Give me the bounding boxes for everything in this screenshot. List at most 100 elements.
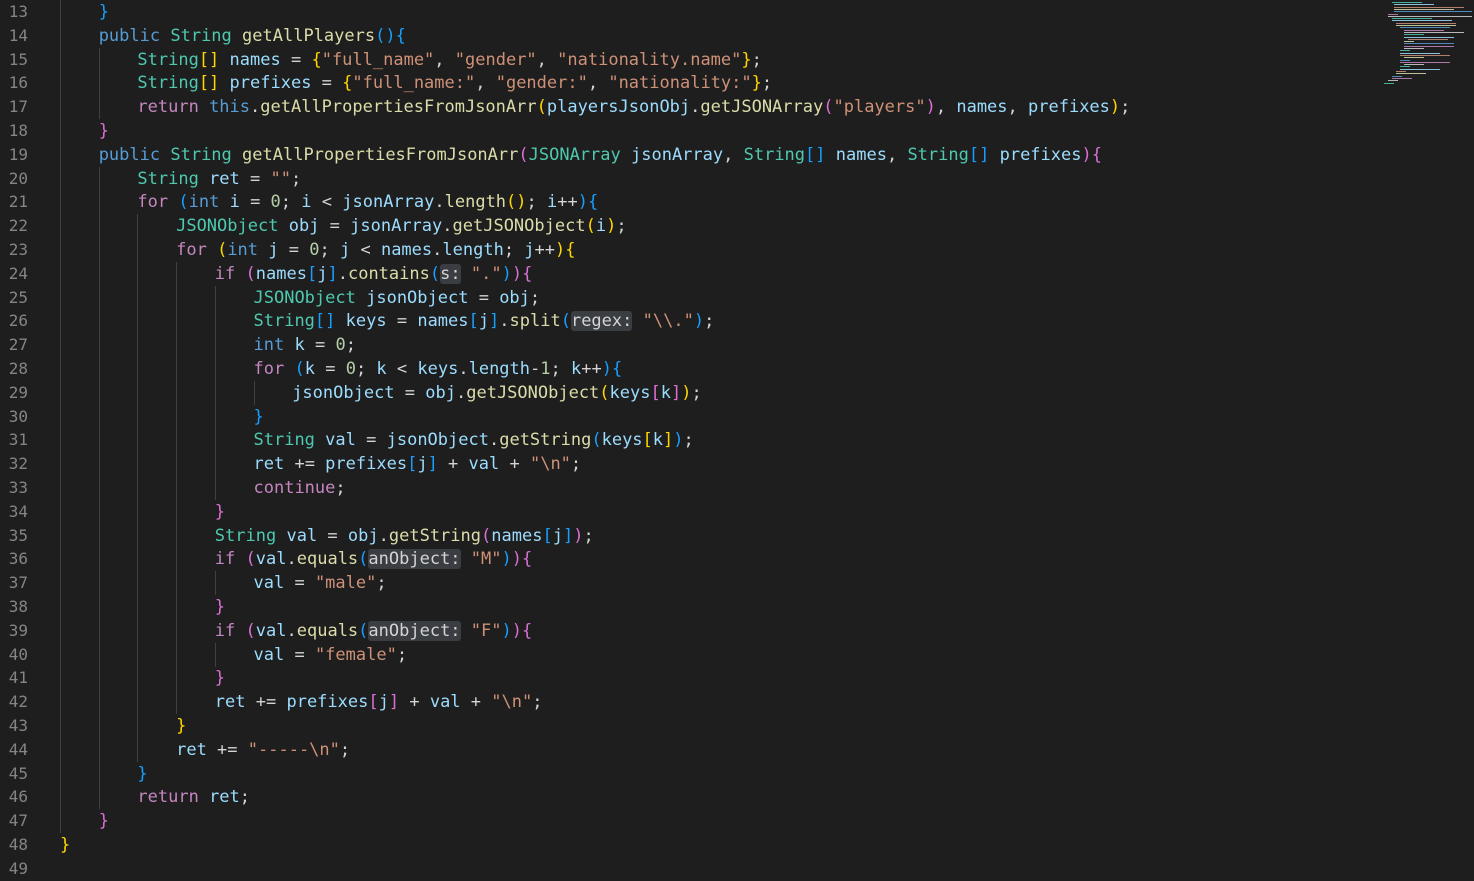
code-text: } <box>215 500 225 524</box>
code-line[interactable]: 41} <box>0 666 1380 691</box>
code-line[interactable]: 22 JSONObject obj = jsonArray.getJSONObje… <box>0 214 1380 239</box>
code-line[interactable]: 46 return ret; <box>0 785 1380 810</box>
indent-guide <box>60 595 61 619</box>
code-token: ; <box>532 692 543 713</box>
code-text: } <box>60 833 70 857</box>
code-line[interactable]: 32 ret += prefixes[j] + val + "\n"; <box>0 452 1380 477</box>
code-line[interactable]: 27 int k = 0; <box>0 333 1380 358</box>
code-token: "" <box>270 168 291 189</box>
code-token: keys <box>345 311 387 332</box>
code-token: ; <box>550 359 571 379</box>
code-token: += <box>284 454 326 475</box>
code-line[interactable]: 44 ret += "-----\n"; <box>0 737 1380 762</box>
line-number: 22 <box>8 216 28 236</box>
indent-guide <box>137 309 139 334</box>
code-line[interactable]: 29 jsonObject = obj.getJSONObject(keys[k]… <box>0 380 1380 405</box>
code-line[interactable]: 31 String val = jsonObject.getString(keys… <box>0 428 1380 453</box>
minimap-line <box>1404 48 1424 49</box>
code-token: ; <box>704 311 715 332</box>
code-token: obj <box>347 525 379 546</box>
code-line[interactable]: 38} <box>0 595 1380 619</box>
code-token: equals <box>296 620 359 641</box>
code-line[interactable]: 30} <box>0 404 1380 429</box>
code-token: , <box>434 49 455 70</box>
indent-guide <box>176 666 178 691</box>
code-line[interactable]: 26 String[] keys = names[j].split(regex: … <box>0 309 1380 334</box>
code-line[interactable]: 25 JSONObject jsonObject = obj; <box>0 285 1380 310</box>
code-text: } <box>176 714 186 738</box>
code-line[interactable]: 24 if (names[j].contains(s: ".")){ <box>0 261 1380 286</box>
code-line[interactable]: 48} <box>0 833 1380 857</box>
code-token: val <box>468 454 500 475</box>
code-token: prefixes <box>286 692 369 713</box>
code-line[interactable]: 28 for (k = 0; k < keys.length-1; k++){ <box>0 357 1380 381</box>
code-line[interactable]: 45} <box>0 761 1380 786</box>
code-line[interactable]: 13} <box>0 0 1380 24</box>
code-line[interactable]: 40 val = "female"; <box>0 642 1380 667</box>
code-line[interactable]: 47} <box>0 809 1380 834</box>
code-line[interactable]: 20 String ret = ""; <box>0 166 1380 191</box>
code-token: } <box>751 73 762 94</box>
code-token: obj <box>425 382 456 403</box>
code-line[interactable]: 39 if (val.equals(anObject: "F")){ <box>0 618 1380 643</box>
line-number: 27 <box>8 335 28 355</box>
line-number: 40 <box>8 644 28 664</box>
minimap-line <box>1384 82 1394 84</box>
indent-guide <box>137 261 139 286</box>
code-token: ; <box>319 240 340 260</box>
code-token: JSONArray <box>528 144 621 165</box>
code-token: equals <box>296 549 359 570</box>
code-line[interactable]: 42 ret += prefixes[j] + val + "\n"; <box>0 690 1380 715</box>
code-token: = <box>311 73 343 94</box>
code-line[interactable]: 16 String[] prefixes = {"full_name:", "ge… <box>0 71 1380 96</box>
code-line[interactable]: 18} <box>0 119 1380 143</box>
indent-guide <box>137 642 139 667</box>
code-line[interactable]: 37 val = "male"; <box>0 571 1380 596</box>
code-token: ( <box>560 311 571 332</box>
code-token: < <box>350 240 381 260</box>
minimap[interactable] <box>1380 0 1474 90</box>
code-line[interactable]: 36 if (val.equals(anObject: "M")){ <box>0 547 1380 572</box>
code-text: JSONObject jsonObject = obj; <box>254 286 541 310</box>
code-text: String ret = ""; <box>137 167 301 191</box>
code-token: ++ <box>581 359 602 379</box>
indent-guide <box>214 642 216 667</box>
code-editor[interactable]: 13} 14 public String getAllPlayers(){15 Str… <box>0 0 1474 878</box>
code-line[interactable]: 34} <box>0 499 1380 524</box>
code-line[interactable]: 17 return this.getAllPropertiesFromJsonAr… <box>0 95 1380 120</box>
code-token: ( <box>245 620 256 641</box>
indent-guide <box>137 333 139 358</box>
indent-guide <box>60 214 61 239</box>
code-token: [] <box>314 311 336 332</box>
code-line[interactable]: 33 continue; <box>0 476 1380 500</box>
code-token: val <box>286 525 318 546</box>
code-line[interactable]: 35 String val = obj.getString(names[j]); <box>0 523 1380 548</box>
code-text: public String getAllPropertiesFromJsonAr… <box>99 143 1102 167</box>
code-line[interactable]: 19 public String getAllPropertiesFromJson… <box>0 142 1380 167</box>
code-line[interactable]: 14 public String getAllPlayers(){ <box>0 23 1380 48</box>
code-line[interactable]: 21 for (int i = 0; i < jsonArray.length()… <box>0 190 1380 215</box>
code-token: length <box>444 192 507 213</box>
minimap-line <box>1400 50 1410 52</box>
code-line[interactable]: 15 String[] names = {"full_name", "gender… <box>0 47 1380 72</box>
code-token: = <box>280 49 312 70</box>
code-line[interactable]: 43} <box>0 714 1380 738</box>
code-token: ) <box>1109 97 1121 118</box>
code-line[interactable]: 23 for (int j = 0; j < names.length; j++)… <box>0 238 1380 262</box>
code-token: ; <box>503 240 525 260</box>
minimap-line <box>1400 54 1450 56</box>
code-line[interactable]: 49 <box>0 857 1380 881</box>
code-token: ( <box>245 263 256 284</box>
code-token: . <box>286 549 297 570</box>
code-token: String <box>743 144 806 165</box>
code-token: ; <box>280 192 302 213</box>
code-token: 0 <box>309 240 320 260</box>
code-token: [ <box>468 311 479 332</box>
indent-guide <box>60 714 61 738</box>
code-token: [ <box>542 525 553 546</box>
code-token: } <box>253 406 264 427</box>
